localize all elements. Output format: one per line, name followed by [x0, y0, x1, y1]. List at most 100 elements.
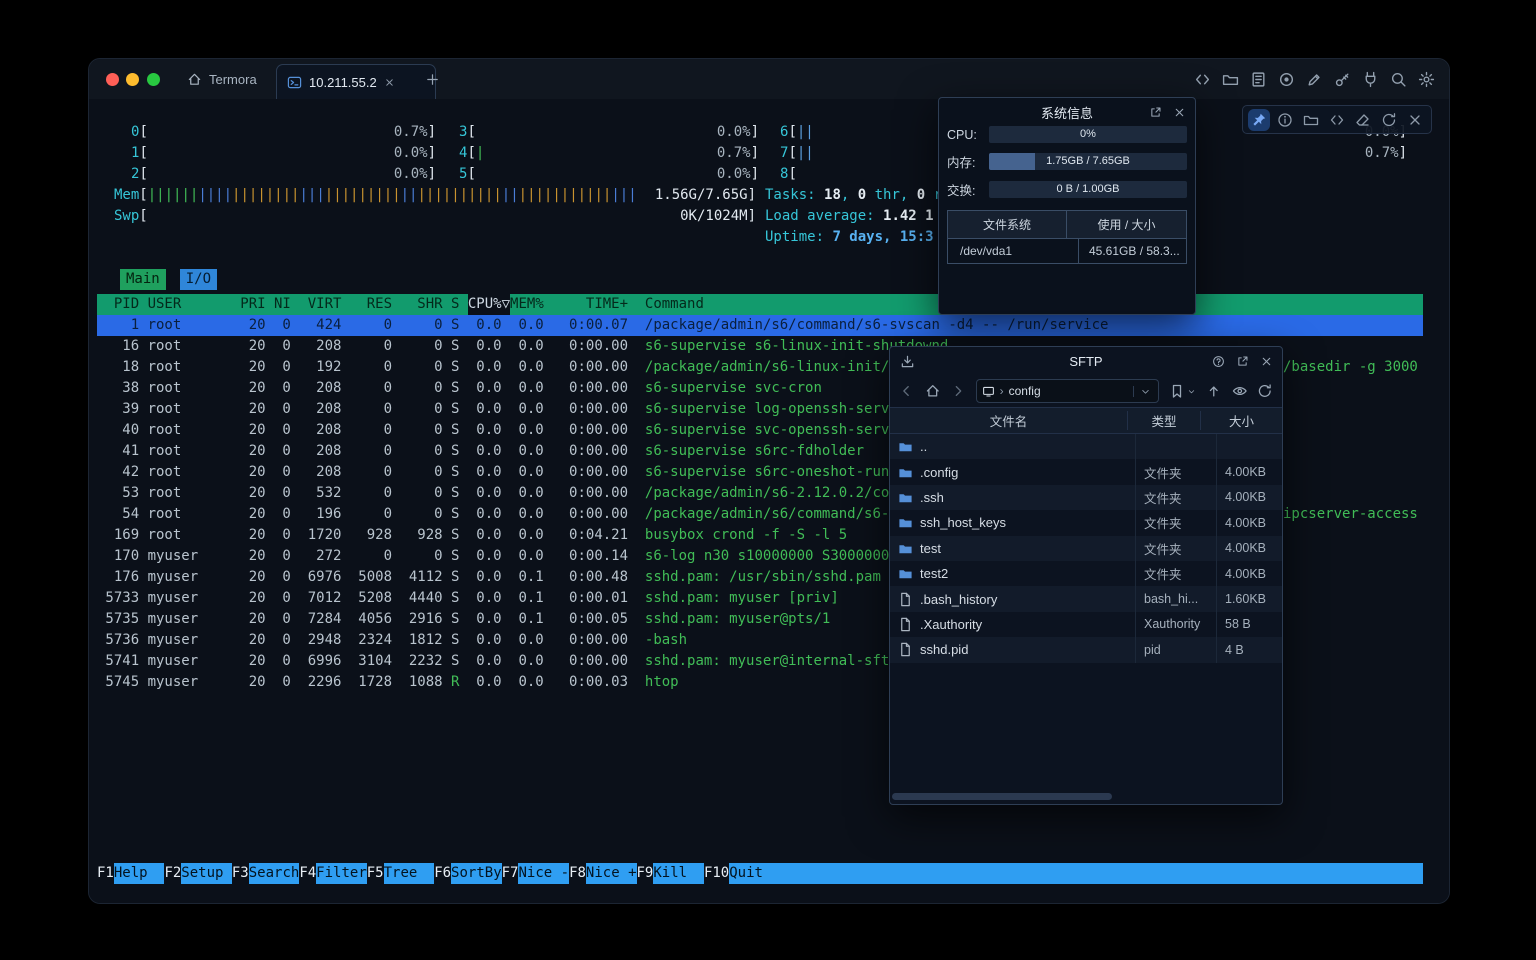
search-icon[interactable] — [1390, 71, 1407, 88]
file-name: sshd.pid — [920, 642, 968, 657]
tab-home[interactable]: Termora — [187, 59, 257, 99]
code-icon[interactable] — [1329, 112, 1345, 128]
folder-icon[interactable] — [1303, 112, 1319, 128]
file-type: Xauthority — [1136, 612, 1217, 637]
info-icon[interactable] — [1277, 112, 1293, 128]
memory-usage-row: 内存: 1.75GB / 7.65GB — [939, 152, 1195, 171]
port-icon[interactable] — [1362, 71, 1379, 88]
file-type: 文件夹 — [1136, 561, 1217, 586]
parent-directory-icon[interactable] — [1206, 383, 1222, 399]
fkey-setup[interactable]: F2Setup — [164, 863, 231, 884]
transfers-icon[interactable] — [900, 354, 915, 369]
titlebar: Termora 10.211.55.2 — [89, 59, 1449, 100]
filesystem-table-header: 文件系统 使用 / 大小 — [948, 211, 1186, 239]
help-icon[interactable] — [1212, 355, 1225, 368]
tasks-summary: Tasks: 18, 0 thr, 0 r — [765, 185, 942, 206]
open-in-window-icon[interactable] — [1149, 106, 1162, 119]
sftp-file-row[interactable]: test文件夹4.00KB — [890, 536, 1282, 561]
file-name: .Xauthority — [920, 617, 982, 632]
memory-meter-label: Mem — [114, 185, 139, 206]
sftp-file-row[interactable]: ssh_host_keys文件夹4.00KB — [890, 510, 1282, 535]
memory-value: 1.75GB / 7.65GB — [989, 153, 1187, 170]
tab-io[interactable]: I/O — [180, 269, 217, 290]
fkey-help[interactable]: F1Help — [97, 863, 164, 884]
edit-icon[interactable] — [1306, 71, 1323, 88]
forward-icon[interactable] — [950, 383, 966, 399]
folder-icon — [898, 465, 913, 480]
process-row-1[interactable]: 1 root 20 0 424 0 0 S 0.0 0.0 0:00.07 /p… — [97, 315, 1423, 336]
file-name: test — [920, 541, 941, 556]
file-name: .. — [920, 439, 927, 454]
refresh-icon[interactable] — [1381, 112, 1397, 128]
column-name[interactable]: 文件名 — [890, 411, 1128, 430]
sort-column-cpu[interactable]: CPU%▽ — [468, 294, 510, 315]
fkey-nice-down[interactable]: F7Nice - — [502, 863, 569, 884]
file-size: 4.00KB — [1217, 536, 1282, 561]
column-type[interactable]: 类型 — [1128, 411, 1201, 430]
sftp-file-row[interactable]: sshd.pidpid4 B — [890, 637, 1282, 662]
settings-icon[interactable] — [1418, 71, 1435, 88]
sftp-file-row[interactable]: test2文件夹4.00KB — [890, 561, 1282, 586]
eraser-icon[interactable] — [1355, 112, 1371, 128]
log-icon[interactable] — [1250, 71, 1267, 88]
sftp-file-row[interactable]: .config文件夹4.00KB — [890, 459, 1282, 484]
home-dir-icon[interactable] — [925, 383, 941, 399]
file-icon — [898, 592, 913, 607]
sftp-panel: SFTP › config — [889, 346, 1283, 805]
record-icon[interactable] — [1278, 71, 1295, 88]
close-window-button[interactable] — [106, 73, 119, 86]
close-panel-icon[interactable] — [1260, 355, 1273, 368]
refresh-icon[interactable] — [1257, 383, 1273, 399]
file-name: .config — [920, 465, 958, 480]
horizontal-scrollbar[interactable] — [892, 793, 1112, 800]
sftp-file-row[interactable]: .bash_historybash_hi...1.60KB — [890, 586, 1282, 611]
close-panel-icon[interactable] — [1173, 106, 1186, 119]
path-dropdown-icon[interactable] — [1133, 386, 1153, 397]
show-hidden-icon[interactable] — [1232, 383, 1248, 399]
fkey-nice-up[interactable]: F8Nice + — [569, 863, 636, 884]
zoom-window-button[interactable] — [147, 73, 160, 86]
code-icon[interactable] — [1194, 71, 1211, 88]
file-type: 文件夹 — [1136, 485, 1217, 510]
column-size[interactable]: 大小 — [1201, 411, 1282, 430]
fkey-sortby[interactable]: F6SortBy — [434, 863, 501, 884]
cpu-meter-3: 3[0.0%] — [459, 122, 759, 143]
tab-main[interactable]: Main — [120, 269, 166, 290]
tab-close-icon[interactable] — [384, 77, 395, 88]
process-table-header[interactable]: PID USER PRI NI VIRT RES SHR S CPU%▽MEM%… — [97, 294, 1423, 315]
tab-session[interactable]: 10.211.55.2 — [276, 64, 436, 100]
sftp-file-row[interactable]: .XauthorityXauthority58 B — [890, 612, 1282, 637]
fkey-search[interactable]: F3Search — [232, 863, 299, 884]
swap-label: 交换: — [947, 180, 989, 199]
file-size: 4.00KB — [1217, 510, 1282, 535]
folder-icon[interactable] — [1222, 71, 1239, 88]
filesystem-table-row: /dev/vda1 45.61GB / 58.3... — [948, 239, 1186, 263]
bookmark-button[interactable] — [1169, 383, 1196, 399]
terminal-icon — [287, 75, 302, 90]
memory-usage-bar: 1.75GB / 7.65GB — [989, 153, 1187, 170]
pin-icon[interactable] — [1251, 112, 1267, 128]
session-toolbar — [1242, 105, 1432, 134]
panel-title: SFTP — [1069, 354, 1102, 369]
key-icon[interactable] — [1334, 71, 1351, 88]
open-in-window-icon[interactable] — [1236, 355, 1249, 368]
fkey-kill[interactable]: F9Kill — [637, 863, 704, 884]
minimize-window-button[interactable] — [126, 73, 139, 86]
bookmark-icon — [1169, 383, 1185, 399]
back-icon[interactable] — [899, 383, 915, 399]
sftp-file-row[interactable]: .. — [890, 434, 1282, 459]
new-tab-button[interactable] — [425, 72, 440, 87]
current-path: config — [1009, 384, 1041, 398]
fkey-filter[interactable]: F4Filter — [299, 863, 366, 884]
fkey-quit[interactable]: F10Quit — [704, 863, 780, 884]
file-name: .ssh — [920, 490, 944, 505]
command-overflow: /basedir -g 3000 — [1283, 357, 1418, 378]
titlebar-actions — [1194, 59, 1435, 99]
path-breadcrumb[interactable]: › config — [976, 379, 1160, 403]
fkey-tree[interactable]: F5Tree — [367, 863, 434, 884]
path-separator: › — [1000, 384, 1004, 398]
swap-usage-bar: 0 B / 1.00GB — [989, 181, 1187, 198]
sftp-file-row[interactable]: .ssh文件夹4.00KB — [890, 485, 1282, 510]
file-table-header[interactable]: 文件名类型大小 — [890, 407, 1282, 434]
close-icon[interactable] — [1407, 112, 1423, 128]
